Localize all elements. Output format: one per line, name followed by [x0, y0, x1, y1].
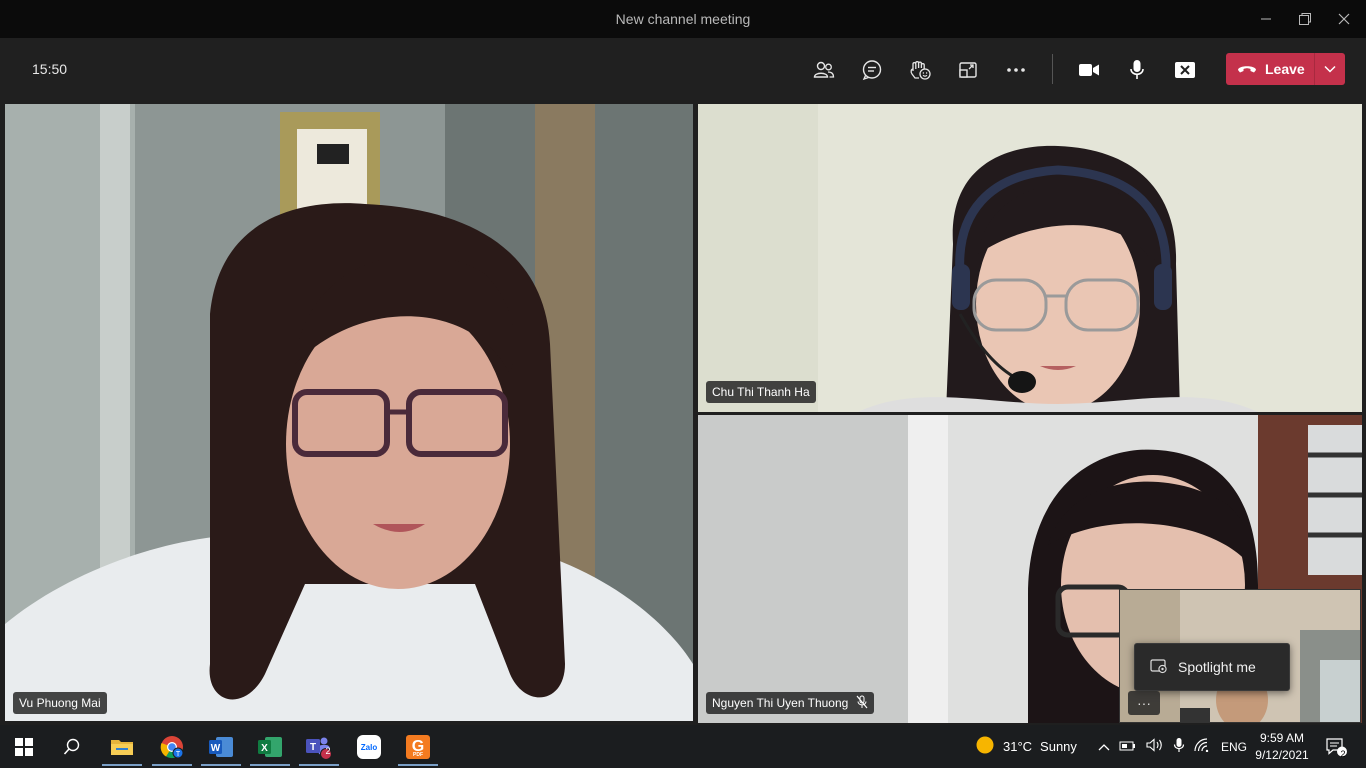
video-feed — [5, 104, 693, 721]
camera-icon[interactable] — [1073, 54, 1105, 86]
input-language[interactable]: ENG — [1221, 740, 1247, 754]
speaker-icon[interactable] — [1146, 738, 1164, 755]
video-feed — [698, 104, 1362, 412]
participants-icon[interactable] — [808, 54, 840, 86]
microphone-icon[interactable] — [1121, 54, 1153, 86]
running-indicator — [201, 764, 241, 766]
more-actions-icon[interactable] — [1000, 54, 1032, 86]
restore-icon[interactable] — [1294, 8, 1316, 30]
search-icon[interactable] — [58, 733, 86, 761]
wifi-icon[interactable] — [1194, 738, 1210, 755]
stop-sharing-icon[interactable] — [1169, 54, 1201, 86]
leave-main[interactable]: Leave — [1226, 53, 1314, 85]
share-tray-icon[interactable] — [952, 54, 984, 86]
chrome-icon[interactable]: T — [152, 733, 192, 766]
phone-hangup-icon — [1237, 61, 1257, 77]
chevron-down-icon[interactable] — [1315, 53, 1345, 85]
leave-label: Leave — [1265, 61, 1305, 77]
spotlight-me-menu-item[interactable]: Spotlight me — [1134, 643, 1290, 691]
running-indicator — [299, 764, 339, 766]
tray-microphone-icon[interactable] — [1173, 737, 1185, 756]
excel-icon[interactable]: X — [250, 733, 290, 766]
self-more-options-button[interactable]: ··· — [1128, 691, 1160, 715]
sun-icon — [975, 735, 995, 758]
participant-name-tag: Vu Phuong Mai — [13, 692, 107, 714]
foxit-reader-icon[interactable]: G PDF — [398, 733, 438, 766]
svg-text:T: T — [310, 742, 316, 753]
video-stage: Vu Phuong Mai Chu Thi Thanh Ha Nguyen Th… — [0, 100, 1366, 725]
file-explorer-icon[interactable] — [102, 733, 142, 766]
mic-muted-icon — [856, 695, 868, 712]
running-indicator — [398, 764, 438, 766]
taskbar-clock[interactable]: 9:59 AM 9/12/2021 — [1250, 730, 1314, 764]
spotlight-icon — [1150, 658, 1168, 677]
battery-icon[interactable] — [1119, 739, 1137, 754]
running-indicator — [250, 764, 290, 766]
svg-text:X: X — [261, 743, 268, 754]
zalo-icon[interactable]: Zalo — [355, 733, 383, 761]
spotlight-me-label: Spotlight me — [1178, 659, 1256, 675]
svg-text:T: T — [176, 751, 181, 758]
weather-description: Sunny — [1040, 739, 1077, 754]
window-title: New channel meeting — [615, 11, 751, 27]
foxit-logo: G PDF — [406, 735, 430, 759]
participant-name-tag: Chu Thi Thanh Ha — [706, 381, 816, 403]
clock-time: 9:59 AM — [1259, 731, 1305, 745]
zalo-logo: Zalo — [357, 735, 381, 759]
meeting-duration: 15:50 — [32, 61, 68, 77]
window-title-bar: New channel meeting — [0, 0, 1366, 38]
chevron-up-icon[interactable] — [1098, 739, 1110, 754]
reactions-icon[interactable] — [904, 54, 936, 86]
chat-icon[interactable] — [856, 54, 888, 86]
participant-name: Nguyen Thi Uyen Thuong — [712, 696, 849, 710]
participant-name-tag: Nguyen Thi Uyen Thuong — [706, 692, 875, 714]
windows-start-icon[interactable] — [10, 733, 38, 761]
running-indicator — [152, 764, 192, 766]
video-tile-vu-phuong-mai[interactable]: Vu Phuong Mai — [5, 104, 693, 721]
svg-text:W: W — [211, 743, 221, 754]
weather-widget[interactable]: 31°C Sunny — [975, 725, 1077, 768]
notification-count: 2 — [1340, 749, 1346, 759]
meeting-toolbar: 15:50 Leave — [0, 38, 1366, 100]
leave-button[interactable]: Leave — [1226, 53, 1345, 85]
close-window-icon[interactable] — [1333, 8, 1355, 30]
minimize-icon[interactable] — [1255, 8, 1277, 30]
toolbar-divider — [1052, 54, 1053, 84]
foxit-sub-label: PDF — [413, 752, 423, 758]
teams-icon[interactable]: T 2 — [299, 733, 339, 766]
clock-date: 9/12/2021 — [1255, 748, 1309, 762]
video-tile-chu-thi-thanh-ha[interactable]: Chu Thi Thanh Ha — [698, 104, 1362, 412]
windows-taskbar: T W X T 2 Zalo G PDF 31°C Sunny ENG 9:59… — [0, 725, 1366, 768]
teams-badge: 2 — [325, 746, 331, 756]
weather-temperature: 31°C — [1003, 739, 1033, 754]
notifications-icon[interactable]: 2 — [1322, 733, 1350, 761]
running-indicator — [102, 764, 142, 766]
word-icon[interactable]: W — [201, 733, 241, 766]
system-tray-icons: ENG — [1098, 725, 1247, 768]
